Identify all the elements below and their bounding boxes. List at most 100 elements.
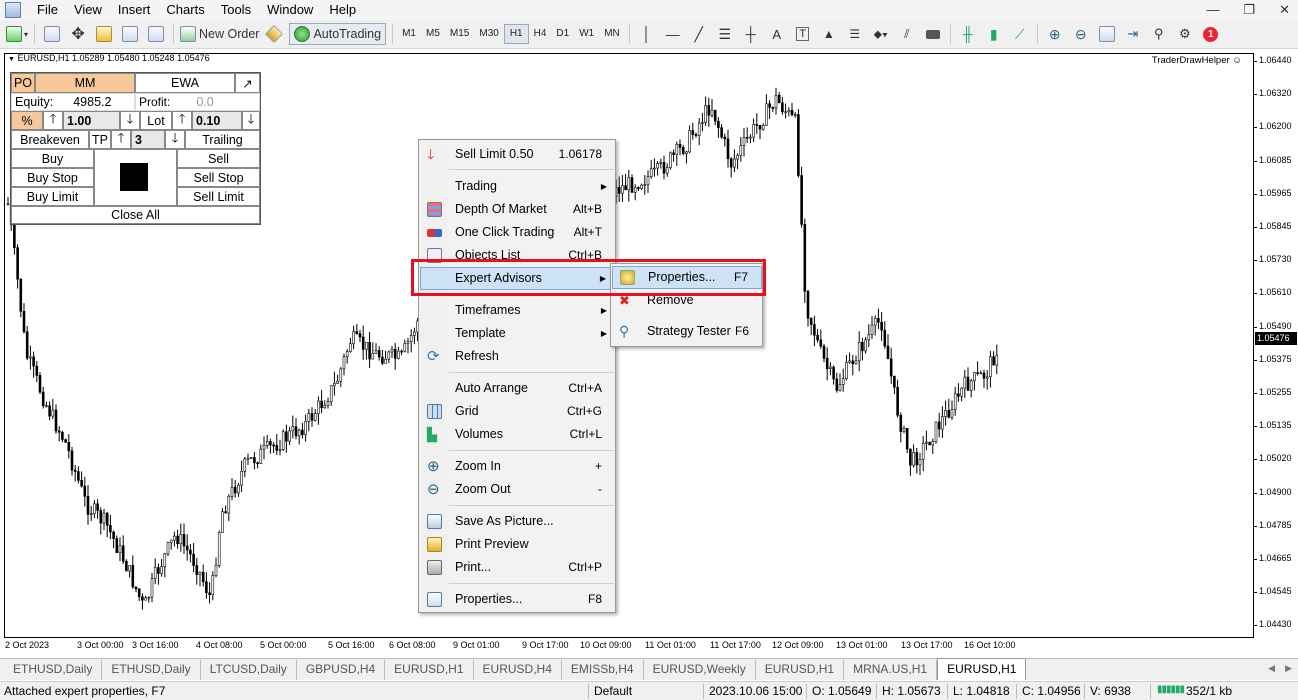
timeframe-mn[interactable]: MN xyxy=(599,24,625,44)
menu-item-refresh[interactable]: ⟳ Refresh xyxy=(420,346,615,367)
crosshair-tool[interactable]: ┼ xyxy=(740,23,762,45)
menu-window[interactable]: Window xyxy=(259,0,321,20)
percent-toggle[interactable]: % xyxy=(11,111,43,130)
chart-tab[interactable]: EMISSb,H4 xyxy=(562,660,644,680)
zoom-out-button[interactable]: ⊖ xyxy=(1070,23,1092,45)
fibonacci-tool[interactable]: ☰ xyxy=(844,23,866,45)
menu-item-sell-limit[interactable]: 🡓 Sell Limit 0.50 1.06178 xyxy=(420,144,615,165)
terminal-button[interactable] xyxy=(119,23,141,45)
timeframe-m5[interactable]: M5 xyxy=(421,24,445,44)
triangle-tool[interactable]: ▲ xyxy=(818,23,840,45)
close-all-button[interactable]: Close All xyxy=(11,206,260,224)
chart-tab[interactable]: ETHUSD,Daily xyxy=(102,660,201,680)
tester-button[interactable] xyxy=(145,23,167,45)
timeframe-m15[interactable]: M15 xyxy=(445,24,474,44)
chart-tab[interactable]: GBPUSD,H4 xyxy=(297,660,386,680)
risk-input[interactable]: 1.00 xyxy=(63,111,120,130)
autotrading-button[interactable]: AutoTrading xyxy=(289,23,387,45)
market-watch-button[interactable] xyxy=(41,23,63,45)
horizontal-line-tool[interactable]: — xyxy=(662,23,684,45)
submenu-item-strategy-tester[interactable]: ⚲ Strategy Tester F6 xyxy=(612,321,762,342)
menu-item-one-click-trading[interactable]: One Click Trading Alt+T xyxy=(420,222,615,243)
menu-insert[interactable]: Insert xyxy=(110,0,159,20)
submenu-item-remove[interactable]: ✖ Remove xyxy=(612,290,762,311)
risk-up-button[interactable]: 🡑 xyxy=(43,111,63,130)
lot-down-button[interactable]: 🡓 xyxy=(242,111,260,130)
tp-toggle[interactable]: TP xyxy=(89,130,111,149)
chart-tab[interactable]: EURUSD,H1 xyxy=(385,660,474,680)
menu-help[interactable]: Help xyxy=(321,0,364,20)
tp-down-button[interactable]: 🡓 xyxy=(165,130,185,149)
submenu-item-properties[interactable]: Properties... F7 xyxy=(612,266,762,289)
minimize-icon[interactable]: — xyxy=(1206,2,1219,18)
menu-item-grid[interactable]: Grid Ctrl+G xyxy=(420,401,615,422)
menu-item-print[interactable]: Print... Ctrl+P xyxy=(420,557,615,578)
tp-up-button[interactable]: 🡑 xyxy=(111,130,131,149)
chart-tab[interactable]: EURUSD,Weekly xyxy=(644,660,756,680)
restore-icon[interactable]: ❐ xyxy=(1243,2,1255,18)
risk-down-button[interactable]: 🡓 xyxy=(120,111,140,130)
chart-tab[interactable]: LTCUSD,Daily xyxy=(201,660,297,680)
timeframe-h4[interactable]: H4 xyxy=(529,24,552,44)
line-chart-button[interactable]: ⟋ xyxy=(1009,23,1031,45)
buy-button[interactable]: Buy xyxy=(11,149,94,168)
menu-item-zoom-in[interactable]: ⊕ Zoom In + xyxy=(420,456,615,477)
arrows-tool[interactable]: ⬥▾ xyxy=(870,23,892,45)
new-chart-button[interactable]: ▾ xyxy=(6,23,28,45)
chart-tab[interactable]: MRNA.US,H1 xyxy=(844,660,938,680)
bar-chart-button[interactable]: ╫ xyxy=(957,23,979,45)
menu-item-timeframes[interactable]: Timeframes ▶ xyxy=(420,300,615,321)
zoom-in-button[interactable]: ⊕ xyxy=(1044,23,1066,45)
lot-toggle[interactable]: Lot xyxy=(140,111,172,130)
notifications-button[interactable]: 1 xyxy=(1200,23,1222,45)
tab-scroll-right-icon[interactable]: ▶ xyxy=(1285,663,1292,674)
mm-tab[interactable]: MM xyxy=(35,73,135,93)
text-label-tool[interactable]: T xyxy=(792,23,814,45)
menu-item-objects-list[interactable]: Objects List Ctrl+B xyxy=(420,245,615,266)
search-button[interactable]: ⚲ xyxy=(1148,23,1170,45)
lot-input[interactable]: 0.10 xyxy=(192,111,242,130)
trendline-tool[interactable]: ╱ xyxy=(688,23,710,45)
menu-file[interactable]: File xyxy=(29,0,66,20)
chart-tab[interactable]: EURUSD,H1 xyxy=(937,658,1027,680)
fibo-fan-tool[interactable]: ⫽ xyxy=(896,23,918,45)
menu-item-depth-of-market[interactable]: Depth Of Market Alt+B xyxy=(420,199,615,220)
time-axis[interactable]: 2 Oct 2023 3 Oct 00:00 3 Oct 16:00 4 Oct 08… xyxy=(4,640,1254,654)
timeframe-h1[interactable]: H1 xyxy=(503,24,529,44)
menu-view[interactable]: View xyxy=(66,0,110,20)
menu-item-properties[interactable]: Properties... F8 xyxy=(420,589,615,610)
breakeven-button[interactable]: Breakeven xyxy=(11,130,89,149)
menu-tools[interactable]: Tools xyxy=(213,0,259,20)
timeframe-m30[interactable]: M30 xyxy=(474,24,503,44)
trailing-button[interactable]: Trailing xyxy=(185,130,260,149)
text-tool[interactable]: A xyxy=(766,23,788,45)
channel-tool[interactable]: ☰ xyxy=(714,23,736,45)
lot-up-button[interactable]: 🡑 xyxy=(172,111,192,130)
timeframe-m1[interactable]: M1 xyxy=(397,24,421,44)
sell-button[interactable]: Sell xyxy=(177,149,260,168)
options-button[interactable]: ⚙ xyxy=(1174,23,1196,45)
sell-stop-button[interactable]: Sell Stop xyxy=(177,168,260,187)
menu-item-template[interactable]: Template ▶ xyxy=(420,323,615,344)
buy-limit-button[interactable]: Buy Limit xyxy=(11,187,94,206)
tile-windows-button[interactable] xyxy=(1096,23,1118,45)
menu-item-save-as-picture[interactable]: Save As Picture... xyxy=(420,511,615,532)
metaeditor-button[interactable] xyxy=(263,23,285,45)
menu-item-expert-advisors[interactable]: Expert Advisors ▶ xyxy=(420,267,615,290)
menu-item-auto-arrange[interactable]: Auto Arrange Ctrl+A xyxy=(420,378,615,399)
ewa-tab[interactable]: EWA xyxy=(135,73,235,93)
timeframe-d1[interactable]: D1 xyxy=(551,24,574,44)
chart-tab[interactable]: EURUSD,H4 xyxy=(474,660,562,680)
chart-tab[interactable]: EURUSD,H1 xyxy=(756,660,845,680)
price-axis[interactable]: 1.06440 1.06320 1.06200 1.06085 1.05965 1.058… xyxy=(1253,53,1298,643)
new-order-button[interactable]: New Order xyxy=(180,23,259,45)
tab-scroll-left-icon[interactable]: ◀ xyxy=(1268,663,1275,674)
buy-stop-button[interactable]: Buy Stop xyxy=(11,168,94,187)
timeframe-w1[interactable]: W1 xyxy=(574,24,599,44)
menu-charts[interactable]: Charts xyxy=(158,0,212,20)
vertical-line-tool[interactable]: │ xyxy=(636,23,658,45)
chart-shift-button[interactable]: ⇥ xyxy=(1122,23,1144,45)
rectangle-tool[interactable] xyxy=(922,23,944,45)
menu-item-trading[interactable]: Trading ▶ xyxy=(420,176,615,197)
crosshair-button[interactable]: ✥ xyxy=(67,23,89,45)
